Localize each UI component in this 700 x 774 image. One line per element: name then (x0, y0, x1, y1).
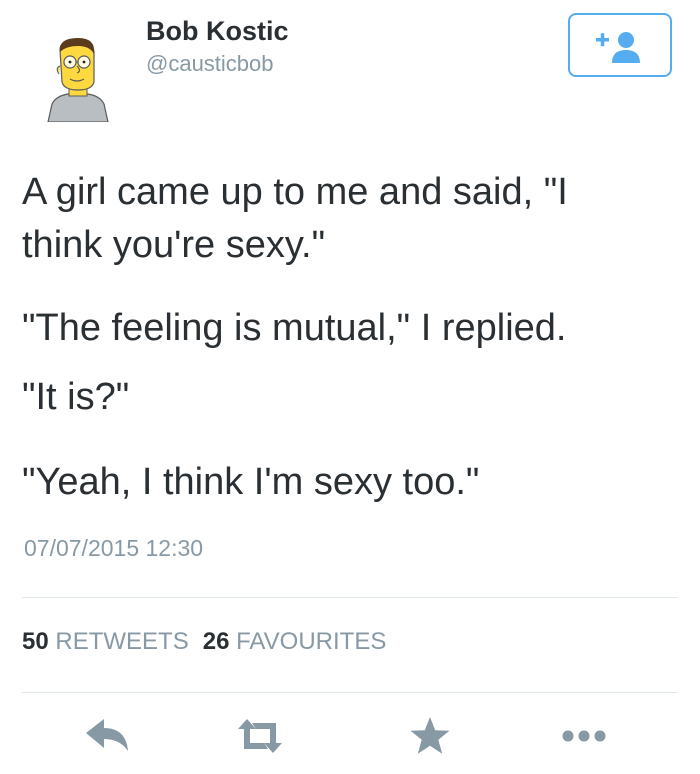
favourites-stat[interactable]: 26 FAVOURITES (203, 628, 387, 655)
more-icon (562, 730, 606, 742)
tweet-text-paragraph: "Yeah, I think I'm sexy too." (22, 456, 479, 509)
retweet-button[interactable] (232, 710, 288, 762)
tweet-text-paragraph: "It is?" (22, 371, 129, 424)
retweets-count: 50 (22, 628, 49, 655)
avatar[interactable] (44, 38, 112, 123)
add-user-icon (596, 32, 640, 63)
tweet-text-line: A girl came up to me and said, "I (22, 171, 568, 213)
avatar-image (47, 38, 109, 123)
tweet-stats: 50 RETWEETS 26 FAVOURITES (22, 628, 386, 656)
reply-button[interactable] (80, 710, 136, 762)
retweet-icon (238, 719, 282, 753)
favourite-button[interactable] (402, 710, 458, 762)
tweet-text-line: "Yeah, I think I'm sexy too." (22, 461, 480, 503)
tweet-text-line: think you're sexy." (22, 224, 326, 266)
reply-icon (86, 719, 128, 751)
tweet-text-line: "The feeling is mutual," I replied. (22, 307, 567, 349)
favourites-count: 26 (202, 628, 230, 655)
retweets-stat[interactable]: 50 RETWEETS (22, 628, 189, 655)
user-name[interactable]: Bob Kostic (146, 16, 289, 47)
tweet-text-paragraph: "The feeling is mutual," I replied. (22, 302, 566, 355)
tweet-text-line: "It is?" (22, 376, 130, 418)
retweets-label: RETWEETS (55, 628, 189, 655)
divider (22, 692, 678, 693)
follow-button[interactable] (568, 13, 672, 77)
tweet-timestamp[interactable]: 07/07/2015 12:30 (24, 535, 203, 562)
favourites-label: FAVOURITES (236, 628, 387, 655)
more-button[interactable] (556, 710, 612, 762)
tweet-text-paragraph: A girl came up to me and said, "I think y… (22, 166, 568, 272)
divider (22, 597, 678, 598)
star-icon (410, 717, 450, 754)
user-handle[interactable]: @causticbob (146, 51, 274, 77)
